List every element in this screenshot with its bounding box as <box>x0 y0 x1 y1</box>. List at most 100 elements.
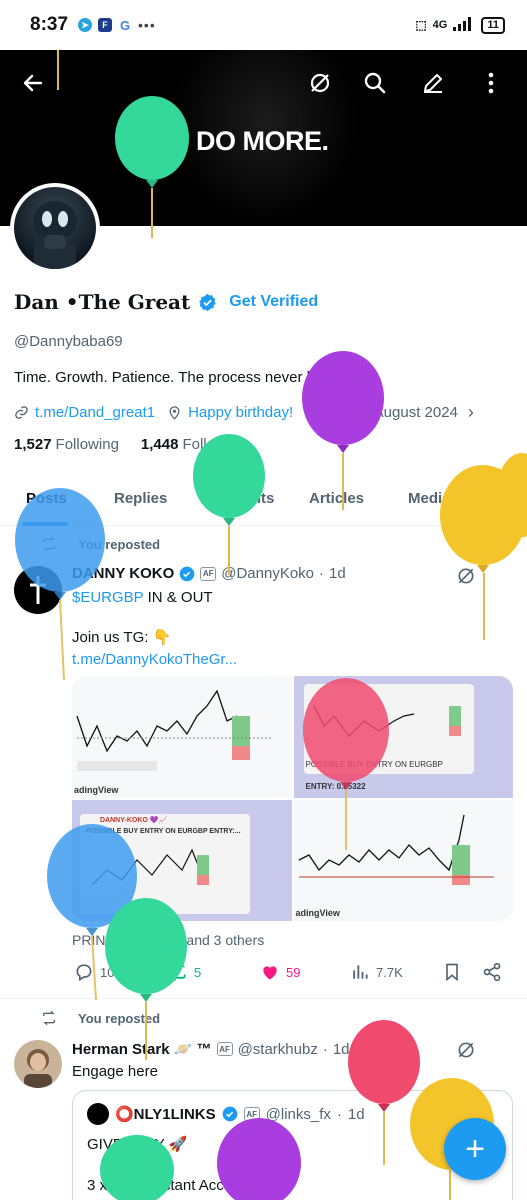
network-label: 4G <box>432 19 448 31</box>
views-button[interactable]: 7.7K <box>350 962 403 982</box>
post-author-handle-2[interactable]: @starkhubz <box>238 1041 318 1058</box>
grok-icon <box>458 568 474 584</box>
status-time: 8:37 <box>30 14 69 35</box>
grok-post-button-2[interactable] <box>456 1040 476 1065</box>
like-count: 59 <box>286 964 301 980</box>
quoted-handle: @links_fx <box>265 1105 331 1123</box>
entry-caption: ENTRY: 0.85322 <box>305 782 366 791</box>
grok-icon <box>310 73 330 93</box>
chart-image-1[interactable]: adingView <box>72 676 292 798</box>
grok-post-button[interactable] <box>456 566 476 591</box>
reply-count: 10 <box>100 964 115 980</box>
status-bar: 8:37 ➤ F G ••• ⬚ 4G 11 <box>0 0 527 50</box>
edit-button[interactable] <box>416 66 450 100</box>
post-text: IN & OUT <box>143 589 213 606</box>
bookmark-button[interactable] <box>442 962 462 982</box>
verified-badge-icon <box>222 1106 237 1122</box>
profile-handle: @Dannybaba69 <box>14 333 123 350</box>
views-icon <box>353 965 368 979</box>
tab-active-indicator <box>22 522 68 526</box>
cashtag-link[interactable]: $EURGBP <box>72 589 143 606</box>
repost-indicator-2: You reposted <box>40 1010 160 1026</box>
chart-image-3[interactable]: DANNY-KOKO 💜📈 POSSIBLE BUY ENTRY ON EURG… <box>72 799 292 921</box>
post-link[interactable]: t.me/DannyKokoTheGr... <box>72 650 237 670</box>
profile-website-link[interactable]: t.me/Dand_great1 <box>35 404 155 421</box>
tab-replies[interactable]: Replies <box>114 490 167 507</box>
post-author-avatar-2[interactable] <box>14 1040 62 1088</box>
more-notifications-icon: ••• <box>138 17 156 33</box>
grok-icon <box>458 1042 474 1058</box>
followers-count: 1,448 <box>140 436 179 453</box>
chart-image-4[interactable]: adingView <box>293 799 513 921</box>
cross-avatar-icon <box>30 576 46 604</box>
post-text-line1: $EURGBP IN & OUT <box>72 588 213 608</box>
joined-date: Joined August 2024 <box>326 404 458 421</box>
repost-indicator: You reposted <box>40 536 160 552</box>
repost-icon <box>170 963 186 981</box>
post-text-line2: Join us TG: 👇 <box>72 629 172 646</box>
following-label: Following <box>55 436 119 453</box>
profile-avatar[interactable] <box>10 183 100 273</box>
verified-badge-icon <box>199 293 216 311</box>
signal-icon <box>453 16 475 34</box>
post-time-2: 1d <box>332 1040 350 1058</box>
back-button[interactable] <box>16 66 50 100</box>
post-author-avatar[interactable] <box>14 566 62 614</box>
post-header: DANNY KOKO AF @DannyKoko · 1d <box>72 565 346 582</box>
chevron-right-icon[interactable]: › <box>468 402 474 423</box>
vibrate-icon: ⬚ <box>415 18 427 32</box>
repost-icon <box>43 1010 55 1026</box>
compose-fab-button[interactable]: + <box>444 1118 506 1180</box>
google-icon: G <box>118 17 133 33</box>
repost-label: You reposted <box>78 536 161 552</box>
quoted-text-line2: 3 x $10K Instant Accounts <box>87 1177 261 1194</box>
quoted-avatar <box>87 1103 109 1125</box>
repost-icon <box>43 536 55 552</box>
edit-icon <box>424 74 442 93</box>
repost-label-2: You reposted <box>78 1010 161 1026</box>
post-author-name-2[interactable]: Herman Stark 🪐 ™ <box>72 1040 212 1058</box>
location-pin-icon <box>169 406 180 420</box>
tab-articles[interactable]: Articles <box>309 490 364 507</box>
search-icon <box>364 72 386 94</box>
heart-icon <box>263 966 277 980</box>
birthday-link[interactable]: Happy birthday! <box>188 404 293 421</box>
tradingview-label: adingView <box>74 784 119 795</box>
tab-posts[interactable]: Posts <box>26 490 67 507</box>
post-author-name[interactable]: DANNY KOKO <box>72 565 174 582</box>
tab-highlights[interactable]: Highlights <box>201 490 274 507</box>
post-divider <box>0 998 527 999</box>
profile-bio: Time. Growth. Patience. The process neve… <box>14 369 357 386</box>
more-button[interactable] <box>474 66 508 100</box>
like-button[interactable]: 59 <box>260 962 300 982</box>
post-text-2: Engage here <box>72 1063 158 1080</box>
followers-stat[interactable]: 1,448 Followers <box>141 436 247 453</box>
repost-button[interactable]: 5 <box>168 962 201 982</box>
tab-media[interactable]: Media <box>408 490 451 507</box>
profile-name: Dan •The Great <box>14 290 191 314</box>
following-stat[interactable]: 1,527 Following <box>14 436 119 453</box>
reply-button[interactable]: 10 <box>74 962 114 982</box>
post-header-2: Herman Stark 🪐 ™ AF @starkhubz · 1d <box>72 1040 350 1059</box>
quoted-time: 1d <box>347 1105 365 1123</box>
affiliate-badge-icon: AF <box>243 1107 260 1121</box>
search-button[interactable] <box>358 66 392 100</box>
share-icon <box>483 962 501 982</box>
views-count: 7.7K <box>376 964 403 980</box>
following-count: 1,527 <box>14 436 52 453</box>
grok-button[interactable] <box>303 66 337 100</box>
liked-by-text[interactable]: PRINCE-PAUL👑 and 3 others <box>72 932 264 949</box>
bookmark-icon <box>446 963 458 982</box>
calendar-icon <box>306 406 319 419</box>
verified-badge-icon <box>179 566 195 581</box>
share-button[interactable] <box>482 962 502 982</box>
battery-indicator: 11 <box>481 16 505 34</box>
post-media-grid[interactable]: adingView POSSIBLE BUY ENTRY ON EURGBP E… <box>72 676 513 921</box>
post-actions: 10 5 59 7.7K <box>72 962 512 986</box>
get-verified-link[interactable]: Get Verified <box>229 293 318 311</box>
banner-slogan: DO MORE. <box>196 126 329 156</box>
post-author-handle[interactable]: @DannyKoko <box>221 565 314 582</box>
chart-image-2[interactable]: POSSIBLE BUY ENTRY ON EURGBP ENTRY: 0.85… <box>293 676 513 798</box>
link-icon <box>15 406 28 419</box>
profile-tabs: Posts Replies Highlights Articles Media <box>0 478 527 526</box>
